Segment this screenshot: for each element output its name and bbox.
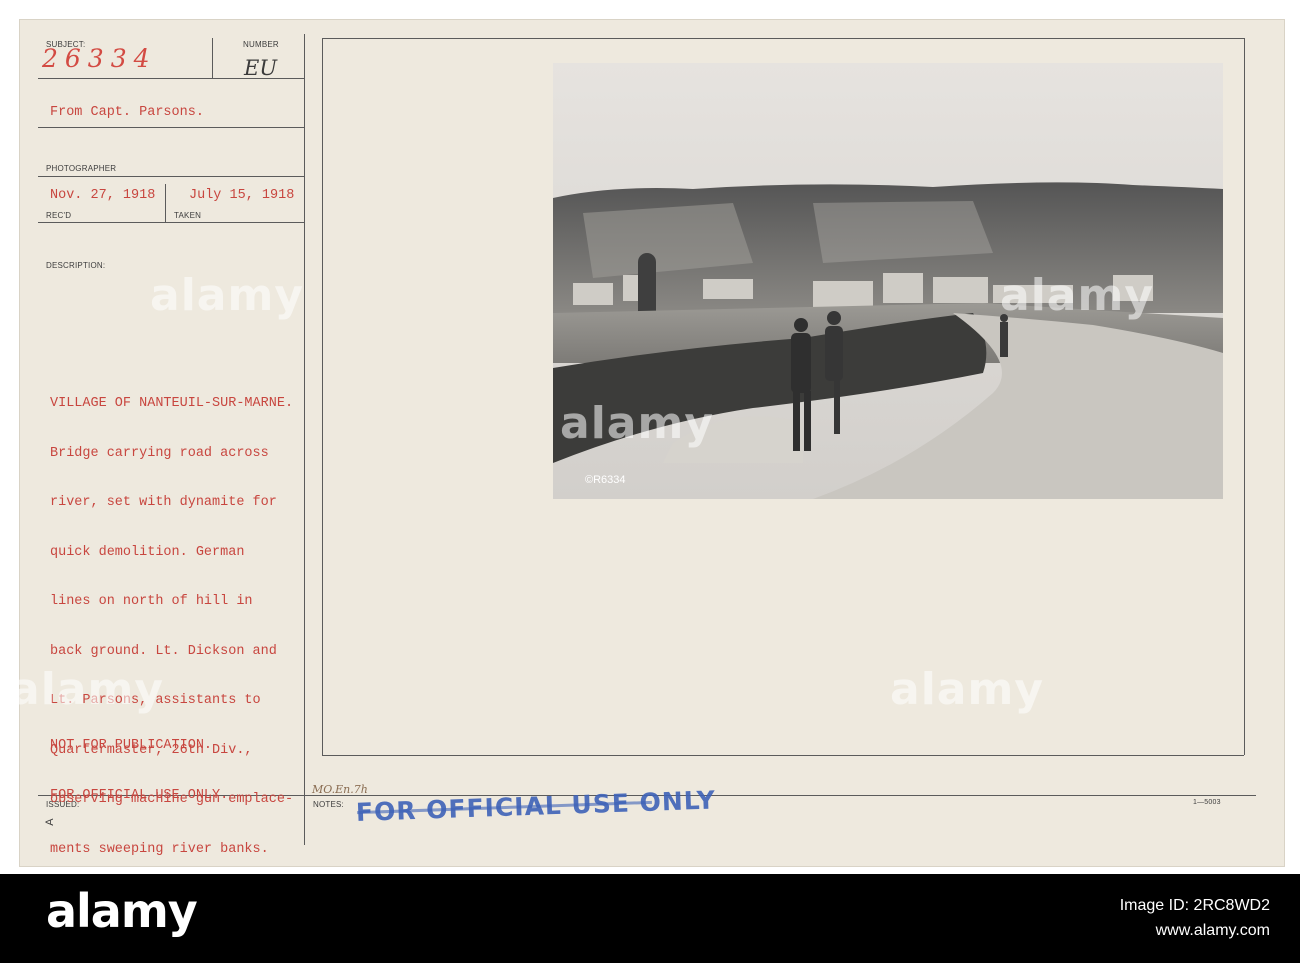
form-number: 1—5003 — [1193, 799, 1221, 806]
restriction-text: NOT FOR PUBLICATION. FOR OFFICIAL USE ON… — [50, 706, 228, 820]
label-description: DESCRIPTION: — [46, 261, 106, 270]
number-value: EU — [244, 56, 278, 80]
photo-frame-bottom — [322, 755, 1244, 756]
photo-negative-number: ©R6334 — [585, 474, 626, 486]
notes-handwritten: MO.En.7h — [312, 783, 368, 796]
label-photographer: PHOTOGRAPHER — [46, 164, 117, 173]
description-line: lines on north of hill in — [50, 594, 253, 609]
rule-subject-divider — [212, 38, 213, 78]
subject-number: 26334 — [42, 44, 157, 73]
watermark-top-center: alamy — [560, 398, 714, 449]
issued-mark: A — [43, 818, 56, 826]
label-recd: REC'D — [46, 211, 72, 220]
label-notes: NOTES: — [313, 800, 344, 809]
photo-frame-right — [1244, 38, 1245, 755]
photo-frame-top — [322, 38, 1244, 39]
photo-frame-left — [322, 38, 323, 755]
from-field: From Capt. Parsons. — [50, 105, 204, 120]
footer-logo[interactable]: alamy — [46, 884, 198, 938]
description-line: river, set with dynamite for — [50, 495, 277, 510]
rule-from-bottom — [38, 127, 304, 128]
photo-vineyards-2 — [813, 201, 993, 263]
date-received: Nov. 27, 1918 — [50, 188, 156, 203]
description-line: Bridge carrying road across — [50, 445, 269, 461]
description-line: ments sweeping river banks. — [50, 841, 269, 857]
footer-image-id: Image ID: 2RC8WD2 — [1119, 897, 1270, 914]
description-line: VILLAGE OF NANTEUIL-SUR-MARNE. — [50, 396, 294, 411]
rule-left-column — [304, 34, 305, 845]
rule-dates-bottom — [38, 222, 304, 223]
footer-site-link[interactable]: www.alamy.com — [1156, 922, 1270, 940]
description-line: back ground. Lt. Dickson and — [50, 643, 277, 659]
label-taken: TAKEN — [174, 211, 202, 220]
watermark-top-right: alamy — [1000, 270, 1154, 321]
restriction-line: FOR OFFICIAL USE ONLY. — [50, 787, 229, 803]
watermark-bottom-left: alamy — [10, 664, 164, 715]
rule-photographer-bottom — [38, 176, 304, 177]
restriction-line: NOT FOR PUBLICATION. — [50, 738, 213, 753]
rule-dates-divider — [165, 184, 166, 222]
watermark-bottom-right: alamy — [890, 664, 1044, 715]
description-line: quick demolition. German — [50, 544, 245, 560]
watermark-top-left: alamy — [150, 270, 304, 321]
label-number: NUMBER — [243, 40, 279, 49]
date-taken: July 15, 1918 — [189, 188, 295, 203]
